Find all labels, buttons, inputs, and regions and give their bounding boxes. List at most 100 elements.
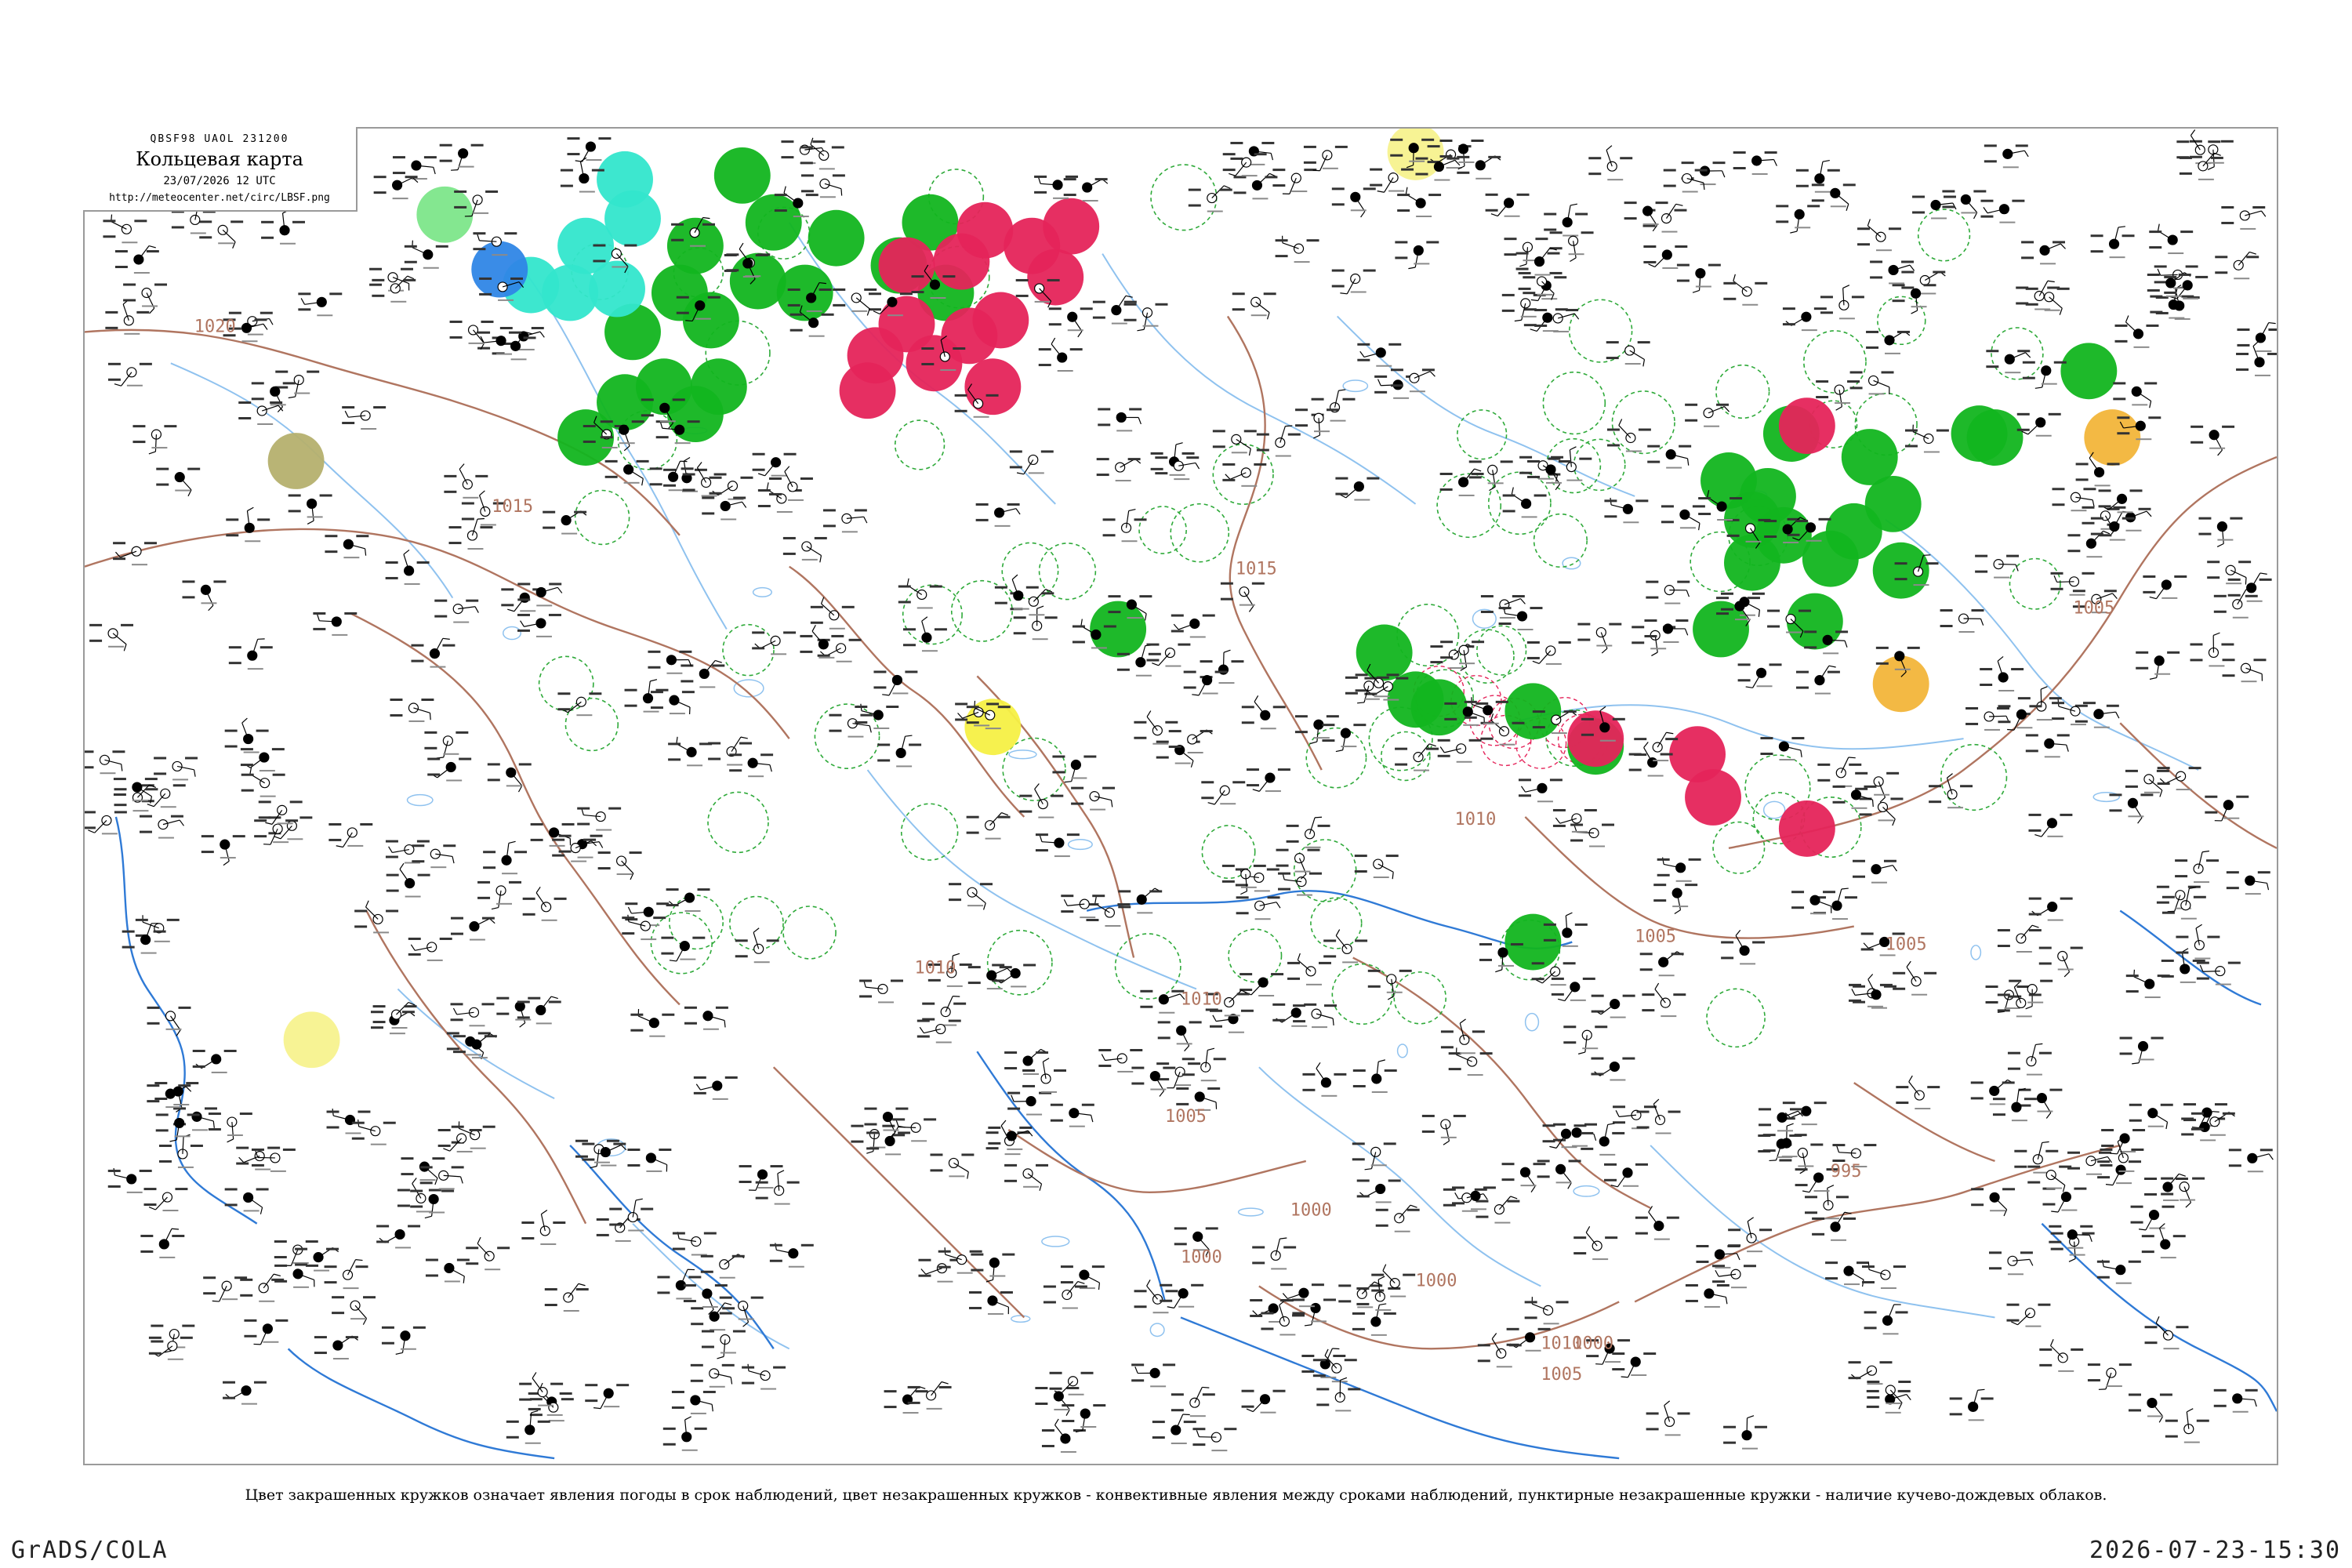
station-cloud-cover-icon xyxy=(691,1236,702,1247)
phenomenon-circle-green xyxy=(1841,429,1898,485)
wind-barb-feather xyxy=(866,308,870,316)
station-value-glyph xyxy=(475,474,488,477)
station-value-glyph xyxy=(719,1312,732,1315)
station-value-glyph xyxy=(1855,787,1868,790)
station-index-glyph xyxy=(1467,1074,1483,1076)
station-cloud-cover-icon xyxy=(935,1023,946,1035)
station-value-glyph xyxy=(997,706,1011,709)
wind-barb-feather xyxy=(1315,816,1323,818)
wind-barb-feather xyxy=(1654,982,1660,990)
station-value-glyph xyxy=(1049,1371,1062,1374)
station-index-glyph xyxy=(314,1269,330,1272)
station-value-glyph xyxy=(2213,1404,2227,1407)
station-plot xyxy=(552,838,597,862)
station-value-glyph xyxy=(1832,1144,1846,1147)
station-value-glyph xyxy=(1827,670,1840,673)
station-value-glyph xyxy=(1155,472,1168,475)
station-value-glyph xyxy=(975,503,989,506)
station-value-glyph xyxy=(2100,1163,2113,1167)
station-value-glyph xyxy=(2090,517,2103,520)
station-value-glyph xyxy=(2128,1260,2141,1263)
station-plot xyxy=(228,638,273,670)
station-value-glyph xyxy=(655,436,669,439)
station-cloud-cover-icon xyxy=(2246,583,2257,593)
station-index-glyph xyxy=(699,686,716,688)
station-value-glyph xyxy=(147,1100,160,1103)
station-index-glyph xyxy=(1121,540,1138,543)
station-index-glyph xyxy=(332,633,348,636)
wind-barb-feather xyxy=(365,548,367,556)
station-plot xyxy=(2067,530,2112,558)
station-value-glyph xyxy=(929,585,942,588)
wind-barb-feather xyxy=(2025,352,2031,358)
station-value-glyph xyxy=(1861,1265,1875,1269)
station-plot xyxy=(1857,219,1901,252)
station-value-glyph xyxy=(2028,829,2042,832)
station-value-glyph xyxy=(437,1129,451,1131)
station-value-glyph xyxy=(1092,300,1105,303)
station-index-glyph xyxy=(1294,870,1311,873)
station-index-glyph xyxy=(1867,1005,1883,1007)
station-plot xyxy=(1323,929,1368,964)
wind-barb-feather xyxy=(519,1022,526,1028)
station-value-glyph xyxy=(261,220,274,223)
wind-barb-feather xyxy=(269,318,274,325)
station-value-glyph xyxy=(363,1296,376,1299)
station-value-glyph xyxy=(782,536,796,539)
station-value-glyph xyxy=(954,409,967,412)
station-plot xyxy=(1352,1142,1396,1171)
station-value-glyph xyxy=(1795,184,1809,187)
wind-barb-icon xyxy=(449,1138,463,1152)
station-value-glyph xyxy=(1542,1124,1555,1127)
station-index-glyph xyxy=(1189,636,1206,638)
wind-barb-feather xyxy=(1101,1054,1106,1061)
station-cloud-cover-icon xyxy=(738,1301,749,1312)
station-plot xyxy=(661,936,706,962)
station-value-glyph xyxy=(1390,368,1403,372)
station-value-glyph xyxy=(955,718,968,721)
station-value-glyph xyxy=(1015,294,1029,297)
station-plot xyxy=(1639,951,1684,977)
station-value-glyph xyxy=(1063,178,1076,181)
station-value-glyph xyxy=(2175,859,2188,862)
station-value-glyph xyxy=(477,347,491,350)
station-value-glyph xyxy=(1543,938,1556,942)
station-index-glyph xyxy=(1291,191,1308,193)
station-value-glyph xyxy=(1292,1312,1305,1315)
station-cloud-cover-icon xyxy=(916,589,927,601)
station-index-glyph xyxy=(985,728,1001,730)
station-index-glyph xyxy=(2180,1199,2196,1201)
station-plot xyxy=(274,1240,318,1266)
station-value-glyph xyxy=(1354,855,1367,858)
coastline xyxy=(569,1145,775,1350)
wind-barb-feather xyxy=(238,1156,245,1163)
station-index-glyph xyxy=(408,720,425,722)
station-index-glyph xyxy=(2067,1247,2084,1249)
station-value-glyph xyxy=(2165,1435,2178,1438)
station-value-glyph xyxy=(412,860,425,863)
station-index-glyph xyxy=(1814,692,1831,695)
station-value-glyph xyxy=(2181,1133,2194,1136)
station-value-glyph xyxy=(800,162,813,165)
station-value-glyph xyxy=(419,1166,433,1169)
station-index-glyph xyxy=(122,241,138,244)
station-index-glyph xyxy=(1171,1443,1187,1445)
station-value-glyph xyxy=(1927,1086,1940,1089)
cb-cloud-dashed-circle xyxy=(1940,743,2008,811)
station-value-glyph xyxy=(916,1035,930,1038)
station-value-glyph xyxy=(372,294,385,297)
station-value-glyph xyxy=(1318,961,1331,964)
station-value-glyph xyxy=(1485,209,1498,212)
station-value-glyph xyxy=(1279,1283,1293,1287)
station-value-glyph xyxy=(724,269,737,272)
station-cloud-cover-icon xyxy=(563,1292,574,1303)
station-value-glyph xyxy=(657,1276,670,1279)
wind-barb-feather xyxy=(873,310,880,315)
station-index-glyph xyxy=(1028,472,1044,474)
station-value-glyph xyxy=(1721,941,1734,944)
station-value-glyph xyxy=(244,1334,257,1338)
station-index-glyph xyxy=(1314,430,1330,433)
wind-barb-feather xyxy=(2159,789,2163,797)
station-value-glyph xyxy=(1356,1287,1370,1290)
station-plot xyxy=(1604,497,1649,524)
